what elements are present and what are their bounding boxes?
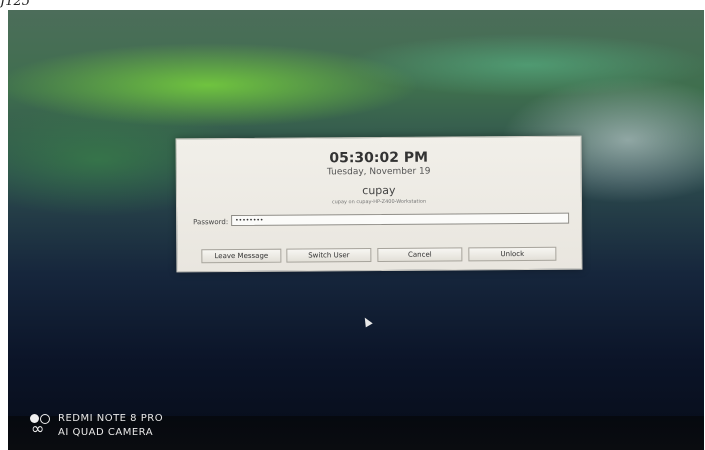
screen-photo: 05:30:02 PM Tuesday, November 19 cupay c… [8,10,704,450]
host-label: cupay on cupay-HP-Z400-Workstation [331,198,427,206]
password-label: Password: [193,218,229,227]
watermark-camera: AI QUAD CAMERA [58,427,154,438]
mouse-cursor-icon [361,315,373,328]
page-caption: J125 [0,0,31,9]
watermark-model: REDMI NOTE 8 PRO [58,413,164,424]
username-label: cupay [362,183,396,198]
leave-message-button[interactable]: Leave Message [201,248,282,264]
unlock-button[interactable]: Unlock [468,246,557,262]
cancel-button[interactable]: Cancel [377,247,463,263]
password-field[interactable]: •••••••• [231,212,570,227]
switch-user-button[interactable]: Switch User [286,248,372,263]
camera-logo-icon: ∞ [30,414,54,437]
clock-date: Tuesday, November 19 [326,166,431,178]
clock-time: 05:30:02 PM [329,149,429,167]
lock-screen-dialog: 05:30:02 PM Tuesday, November 19 cupay c… [175,135,583,273]
